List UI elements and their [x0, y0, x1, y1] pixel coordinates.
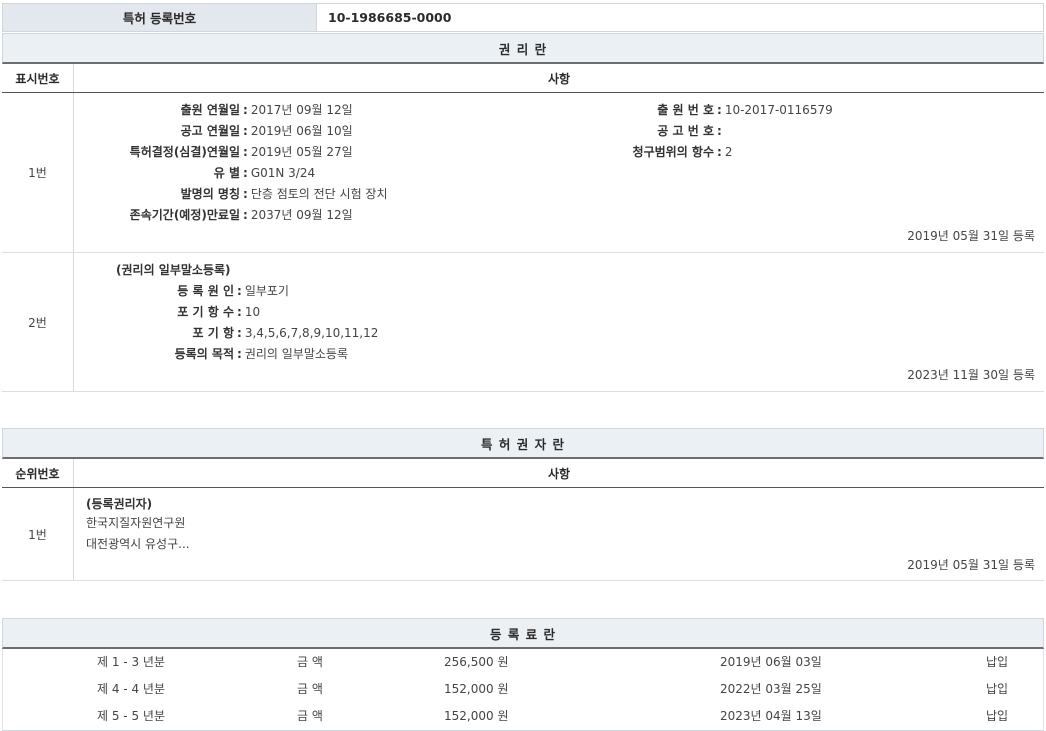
entry-content: (권리의 일부말소등록) 등 록 원 인:일부포기 포 기 항 수:10 포 기… [74, 253, 1044, 391]
entry-heading: (권리의 일부말소등록) [116, 262, 231, 278]
holders-title: 특 허 권 자 란 [2, 428, 1044, 459]
fee-paid-date: 2019년 06월 03일 [720, 649, 822, 676]
registration-stamp: 2023년 11월 30일 등록 [907, 366, 1035, 383]
registration-number: 10-1986685-0000 [317, 4, 1043, 31]
fee-amount: 152,000 원 [444, 703, 508, 730]
holders-col-details: 사항 [74, 459, 1044, 487]
fee-status: 납입 [986, 649, 1008, 676]
rights-col-number: 표시번호 [2, 64, 74, 92]
registration-purpose: 등록의 목적:권리의 일부말소등록 [74, 346, 348, 362]
fees-title: 등 록 료 란 [2, 618, 1044, 649]
fee-amount-label: 금 액 [297, 703, 323, 730]
registration-bar: 특허 등록번호 10-1986685-0000 [2, 3, 1044, 32]
holder-name: 한국지질자원연구원 [86, 515, 185, 531]
fee-row: 제 1 - 3 년분 금 액 256,500 원 2019년 06월 03일 납… [3, 649, 1043, 676]
rights-title: 권 리 란 [2, 33, 1044, 64]
fee-status: 납입 [986, 703, 1008, 730]
fee-row: 제 5 - 5 년분 금 액 152,000 원 2023년 04월 13일 납… [3, 703, 1043, 730]
holders-column-header: 순위번호 사항 [2, 459, 1044, 488]
waived-claims-count: 포 기 항 수:10 [74, 304, 260, 320]
fee-period: 제 1 - 3 년분 [97, 649, 165, 676]
fee-amount: 152,000 원 [444, 676, 508, 703]
invention-title: 발명의 명칭:단층 점토의 전단 시험 장치 [74, 186, 388, 202]
entry-number: 2번 [2, 253, 74, 391]
fee-row: 제 4 - 4 년분 금 액 152,000 원 2022년 03월 25일 납… [3, 676, 1043, 703]
fee-period: 제 4 - 4 년분 [97, 676, 165, 703]
claims-count: 청구범위의 항수:2 [534, 144, 732, 160]
fee-status: 납입 [986, 676, 1008, 703]
fee-paid-date: 2023년 04월 13일 [720, 703, 822, 730]
fee-period: 제 5 - 5 년분 [97, 703, 165, 730]
holders-entry-1: 1번 (등록권리자) 한국지질자원연구원 대전광역시 유성구... 2019년 … [2, 488, 1044, 581]
publication-number: 공 고 번 호: [534, 123, 725, 139]
entry-content: (등록권리자) 한국지질자원연구원 대전광역시 유성구... 2019년 05월… [74, 488, 1044, 580]
publication-date: 공고 연월일:2019년 06월 10일 [74, 123, 353, 139]
fee-amount-label: 금 액 [297, 676, 323, 703]
expiration-date: 존속기간(예정)만료일:2037년 09월 12일 [74, 207, 353, 223]
rights-entry-2: 2번 (권리의 일부말소등록) 등 록 원 인:일부포기 포 기 항 수:10 … [2, 253, 1044, 392]
registration-stamp: 2019년 05월 31일 등록 [907, 556, 1035, 573]
application-number: 출 원 번 호:10-2017-0116579 [534, 102, 833, 118]
holder-address: 대전광역시 유성구... [86, 536, 190, 552]
holders-col-rank: 순위번호 [2, 459, 74, 487]
fees-table: 제 1 - 3 년분 금 액 256,500 원 2019년 06월 03일 납… [2, 649, 1044, 731]
fee-amount: 256,500 원 [444, 649, 508, 676]
fee-paid-date: 2022년 03월 25일 [720, 676, 822, 703]
fee-amount-label: 금 액 [297, 649, 323, 676]
rights-column-header: 표시번호 사항 [2, 64, 1044, 93]
rights-entry-1: 1번 출원 연월일:2017년 09월 12일 공고 연월일:2019년 06월… [2, 93, 1044, 253]
entry-heading: (등록권리자) [86, 496, 152, 512]
fees-section: 등 록 료 란 제 1 - 3 년분 금 액 256,500 원 2019년 0… [2, 618, 1044, 731]
decision-date: 특허결정(심결)연월일:2019년 05월 27일 [74, 144, 353, 160]
rights-col-details: 사항 [74, 64, 1044, 92]
registration-cause: 등 록 원 인:일부포기 [74, 283, 289, 299]
application-date: 출원 연월일:2017년 09월 12일 [74, 102, 353, 118]
entry-number: 1번 [2, 488, 74, 580]
rights-section: 권 리 란 표시번호 사항 1번 출원 연월일:2017년 09월 12일 공고… [2, 33, 1044, 392]
classification: 유 별:G01N 3/24 [74, 165, 315, 181]
entry-number: 1번 [2, 93, 74, 252]
holders-section: 특 허 권 자 란 순위번호 사항 1번 (등록권리자) 한국지질자원연구원 대… [2, 428, 1044, 581]
waived-claims: 포 기 항:3,4,5,6,7,8,9,10,11,12 [74, 325, 378, 341]
entry-content: 출원 연월일:2017년 09월 12일 공고 연월일:2019년 06월 10… [74, 93, 1044, 252]
registration-label: 특허 등록번호 [3, 4, 317, 31]
registration-stamp: 2019년 05월 31일 등록 [907, 227, 1035, 244]
